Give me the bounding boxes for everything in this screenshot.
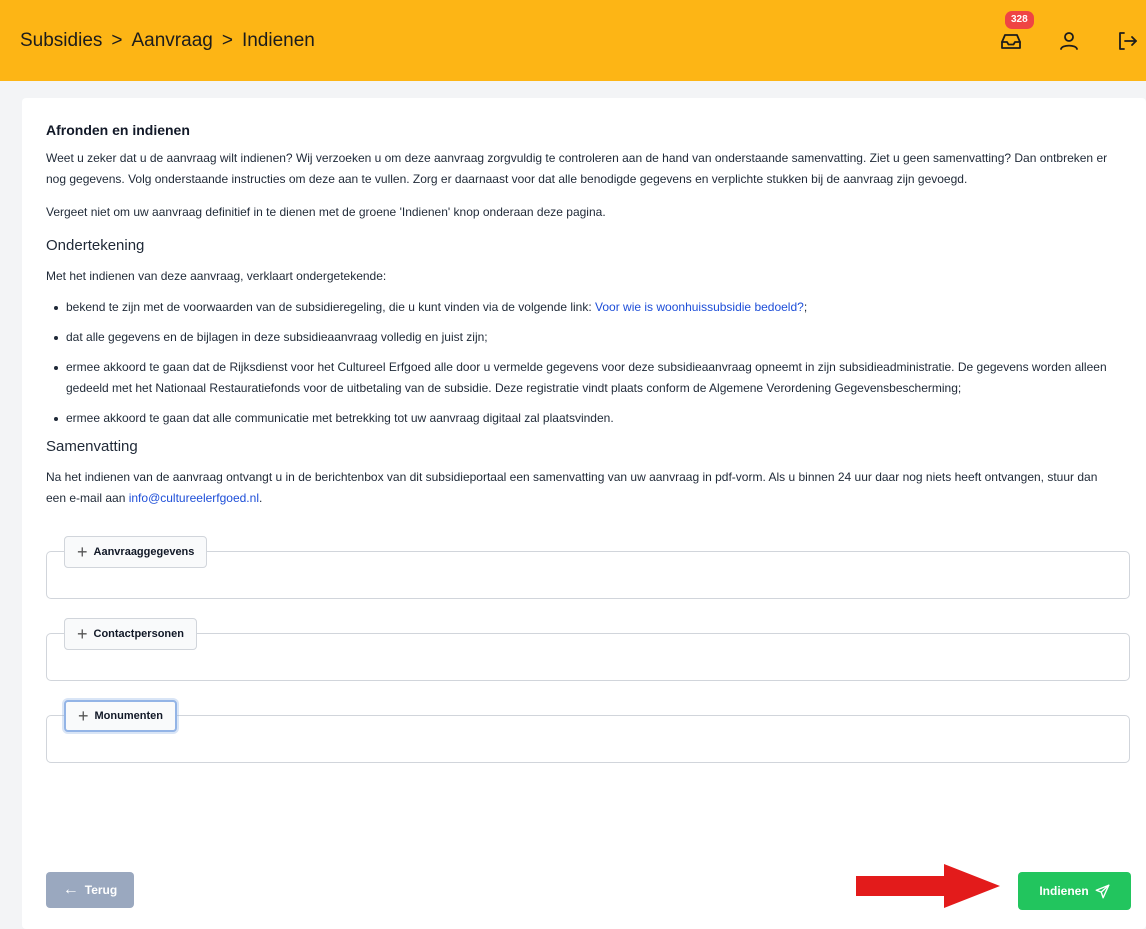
inbox-button[interactable]: 328 [996, 10, 1034, 56]
summary-end: . [258, 491, 263, 505]
top-bar: Subsidies > Aanvraag > Indienen 328 [0, 0, 1146, 81]
breadcrumb-separator: > [221, 29, 233, 51]
summary-heading: Samenvatting [46, 438, 138, 455]
section-contactpersonen: + Contactpersonen [46, 618, 1130, 681]
plus-icon: + [77, 624, 88, 644]
intro-text: Weet u zeker dat u de aanvraag wilt indi… [46, 151, 1108, 186]
list-item: ermee akkoord te gaan dat de Rijksdienst… [54, 357, 1126, 399]
declaration-list: bekend te zijn met de voorwaarden van de… [54, 297, 1126, 429]
signing-heading: Ondertekening [46, 237, 145, 254]
list-item: ermee akkoord te gaan dat alle communica… [54, 408, 1126, 429]
list-item: bekend te zijn met de voorwaarden van de… [54, 297, 1126, 318]
content-card: Afronden en indienen Weet u zeker dat u … [22, 98, 1146, 929]
back-label: Terug [84, 883, 118, 897]
section-monumenten: + Monumenten [46, 700, 1130, 763]
section-aanvraaggegevens: + Aanvraaggegevens [46, 536, 1130, 599]
logout-button[interactable] [1112, 26, 1142, 56]
inbox-count-badge: 328 [1005, 10, 1034, 29]
back-button[interactable]: ← Terug [46, 872, 134, 908]
breadcrumb: Subsidies > Aanvraag > Indienen [20, 30, 315, 52]
section-label: Contactpersonen [93, 628, 184, 640]
user-icon [1060, 31, 1078, 50]
profile-button[interactable] [1054, 26, 1084, 56]
submit-button[interactable]: Indienen [1018, 872, 1131, 910]
page-title: Afronden en indienen [46, 122, 190, 138]
declaration-text: bekend te zijn met de voorwaarden van de… [66, 300, 596, 314]
list-item: dat alle gegevens en de bijlagen in deze… [54, 327, 1126, 348]
submit-label: Indienen [1039, 884, 1089, 898]
logout-icon [1119, 31, 1137, 50]
breadcrumb-indienen: Indienen [241, 29, 315, 51]
declaration-suffix: ; [803, 300, 808, 314]
red-annotation-arrow [856, 864, 1000, 908]
send-icon [1095, 884, 1110, 898]
plus-icon: + [77, 542, 88, 562]
plus-icon: + [78, 706, 89, 726]
arrow-left-icon: ← [62, 881, 79, 898]
expand-aanvraaggegevens-button[interactable]: + Aanvraaggegevens [64, 536, 208, 568]
expand-monumenten-button[interactable]: + Monumenten [64, 700, 177, 732]
signing-intro: Met het indienen van deze aanvraag, verk… [46, 269, 387, 283]
top-actions: 328 [996, 0, 1146, 81]
email-link[interactable]: info@cultureelerfgoed.nl [129, 491, 259, 505]
breadcrumb-subsidies[interactable]: Subsidies [20, 30, 102, 52]
breadcrumb-aanvraag[interactable]: Aanvraag [132, 30, 213, 52]
breadcrumb-separator: > [111, 29, 123, 51]
inbox-icon [1001, 33, 1021, 49]
expand-contactpersonen-button[interactable]: + Contactpersonen [64, 618, 197, 650]
summary-text: Na het indienen van de aanvraag ontvangt… [46, 467, 1116, 509]
subsidy-info-link[interactable]: Voor wie is woonhuissubsidie bedoeld? [595, 300, 804, 314]
section-label: Aanvraaggegevens [93, 546, 195, 558]
reminder-text: Vergeet niet om uw aanvraag definitief i… [46, 205, 606, 219]
section-label: Monumenten [94, 710, 163, 722]
